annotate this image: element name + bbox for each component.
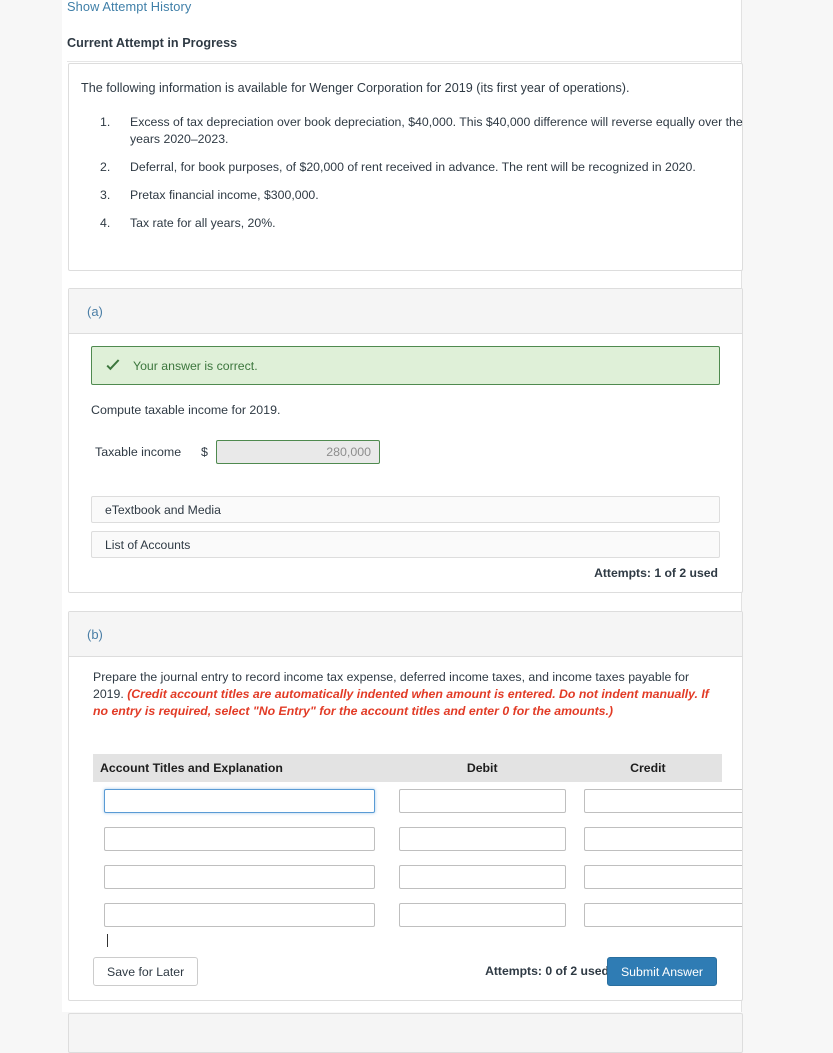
- text-cursor: [107, 934, 108, 947]
- problem-lead-text: The following information is available f…: [81, 81, 630, 95]
- cell-debit: [387, 903, 572, 927]
- question-part-a-panel: (a) Your answer is correct. Compute taxa…: [68, 288, 743, 593]
- problem-statement-panel: The following information is available f…: [68, 63, 743, 271]
- header-divider: [67, 61, 742, 62]
- table-row: [93, 858, 742, 896]
- part-a-header: (a): [69, 289, 742, 334]
- table-row: [93, 820, 742, 858]
- account-title-input-row-1[interactable]: [104, 789, 375, 813]
- debit-input-row-2[interactable]: [399, 827, 566, 851]
- part-a-attempts-counter: Attempts: 1 of 2 used: [594, 566, 718, 580]
- cell-account-title: [93, 903, 387, 927]
- cell-credit: [572, 789, 742, 813]
- cell-credit: [572, 865, 742, 889]
- credit-input-row-4[interactable]: [584, 903, 742, 927]
- account-title-input-row-4[interactable]: [104, 903, 375, 927]
- part-a-prompt: Compute taxable income for 2019.: [91, 403, 281, 417]
- question-part-b-panel: (b) Prepare the journal entry to record …: [68, 611, 743, 1001]
- cell-credit: [572, 827, 742, 851]
- answer-correct-text: Your answer is correct.: [133, 358, 258, 373]
- page-root: Show Attempt History Current Attempt in …: [0, 0, 833, 1053]
- part-b-prompt: Prepare the journal entry to record inco…: [93, 669, 711, 720]
- next-question-panel-partial: [68, 1013, 743, 1053]
- credit-input-row-2[interactable]: [584, 827, 742, 851]
- submit-answer-button[interactable]: Submit Answer: [606, 957, 717, 986]
- cell-credit: [572, 903, 742, 927]
- credit-input-row-3[interactable]: [584, 865, 742, 889]
- cell-account-title: [93, 789, 387, 813]
- currency-symbol: $: [201, 445, 208, 459]
- etextbook-and-media-button[interactable]: eTextbook and Media: [91, 496, 720, 523]
- cell-debit: [387, 789, 572, 813]
- taxable-income-label: Taxable income: [95, 445, 182, 459]
- answer-correct-banner: Your answer is correct.: [91, 346, 720, 385]
- current-attempt-heading: Current Attempt in Progress: [67, 36, 238, 50]
- show-attempt-history-link[interactable]: Show Attempt History: [67, 0, 191, 14]
- cell-account-title: [93, 865, 387, 889]
- save-for-later-button[interactable]: Save for Later: [93, 957, 199, 986]
- column-header-account-titles: Account Titles and Explanation: [100, 761, 283, 775]
- journal-entry-table: Account Titles and Explanation Debit Cre…: [93, 754, 742, 934]
- cell-debit: [387, 827, 572, 851]
- debit-input-row-1[interactable]: [399, 789, 566, 813]
- taxable-income-input[interactable]: [216, 440, 380, 464]
- taxable-income-row: Taxable income $: [95, 440, 380, 464]
- part-b-header: (b): [69, 612, 742, 657]
- part-b-prompt-hint: (Credit account titles are automatically…: [93, 687, 709, 718]
- debit-input-row-3[interactable]: [399, 865, 566, 889]
- problem-facts-list: Excess of tax depreciation over book dep…: [79, 114, 761, 243]
- credit-input-row-1[interactable]: [584, 789, 742, 813]
- cell-account-title: [93, 827, 387, 851]
- check-icon: [105, 358, 121, 374]
- account-title-input-row-3[interactable]: [104, 865, 375, 889]
- list-of-accounts-button[interactable]: List of Accounts: [91, 531, 720, 558]
- assignment-content-column: Show Attempt History Current Attempt in …: [62, 0, 743, 1053]
- account-title-input-row-2[interactable]: [104, 827, 375, 851]
- part-b-label: (b): [87, 626, 103, 642]
- part-b-attempts-counter: Attempts: 0 of 2 used: [485, 964, 609, 978]
- column-header-credit: Credit: [630, 761, 666, 775]
- table-row: [93, 782, 742, 820]
- list-item: Tax rate for all years, 20%.: [100, 215, 276, 231]
- column-header-debit: Debit: [466, 761, 498, 775]
- part-a-label: (a): [87, 303, 103, 319]
- list-item: Deferral, for book purposes, of $20,000 …: [100, 159, 696, 175]
- cell-debit: [387, 865, 572, 889]
- list-item: Pretax financial income, $300,000.: [100, 187, 319, 203]
- journal-table-header-row: Account Titles and Explanation Debit Cre…: [93, 754, 722, 782]
- table-row: [93, 896, 742, 934]
- list-item: Excess of tax depreciation over book dep…: [100, 114, 743, 146]
- debit-input-row-4[interactable]: [399, 903, 566, 927]
